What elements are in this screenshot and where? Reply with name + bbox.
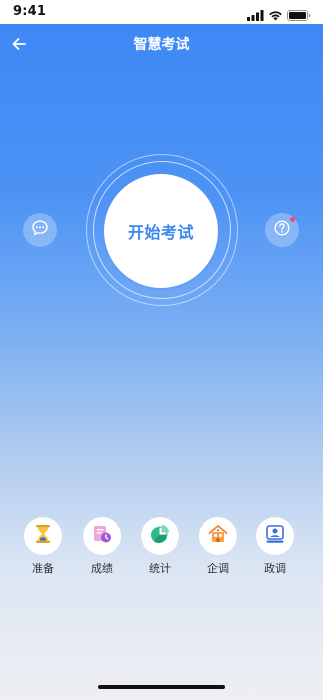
feature-label: 统计 xyxy=(149,562,171,575)
start-exam-label: 开始考试 xyxy=(127,223,194,242)
wifi-icon xyxy=(268,6,283,25)
feature-item-scores[interactable]: 成绩 xyxy=(72,517,132,576)
feature-label: 成绩 xyxy=(91,562,113,575)
exam-screen: 9:41 智慧考试 开始考试 准备 成绩 统计 企调 政调 xyxy=(0,0,323,700)
pie-chart-icon xyxy=(149,523,171,549)
feature-icon-circle xyxy=(199,517,237,555)
home-indicator xyxy=(98,685,225,689)
status-icons xyxy=(247,6,311,25)
feature-label: 企调 xyxy=(207,562,229,575)
notification-dot xyxy=(290,217,295,222)
cellular-signal-icon xyxy=(247,6,264,25)
help-button[interactable] xyxy=(265,213,299,247)
feature-label: 准备 xyxy=(32,562,54,575)
chat-button[interactable] xyxy=(23,213,57,247)
feature-item-enterprise-survey[interactable]: 企调 xyxy=(188,517,248,576)
report-clock-icon xyxy=(91,523,113,549)
feature-item-prepare[interactable]: 准备 xyxy=(13,517,73,576)
battery-icon xyxy=(287,6,311,25)
status-time: 9:41 xyxy=(13,4,47,19)
hourglass-icon xyxy=(32,523,54,549)
feature-item-political-survey[interactable]: 政调 xyxy=(245,517,305,576)
question-icon xyxy=(273,219,291,241)
building-icon xyxy=(207,523,229,549)
feature-label: 政调 xyxy=(264,562,286,575)
feature-icon-circle xyxy=(24,517,62,555)
chat-bubble-icon xyxy=(31,219,49,241)
start-exam-button[interactable]: 开始考试 xyxy=(104,174,218,288)
person-badge-icon xyxy=(264,523,286,549)
status-bar: 9:41 xyxy=(0,0,323,24)
feature-icon-circle xyxy=(141,517,179,555)
feature-icon-circle xyxy=(83,517,121,555)
page-title: 智慧考试 xyxy=(133,37,190,53)
nav-bar: 智慧考试 xyxy=(0,24,323,64)
feature-icon-circle xyxy=(256,517,294,555)
feature-item-statistics[interactable]: 统计 xyxy=(130,517,190,576)
